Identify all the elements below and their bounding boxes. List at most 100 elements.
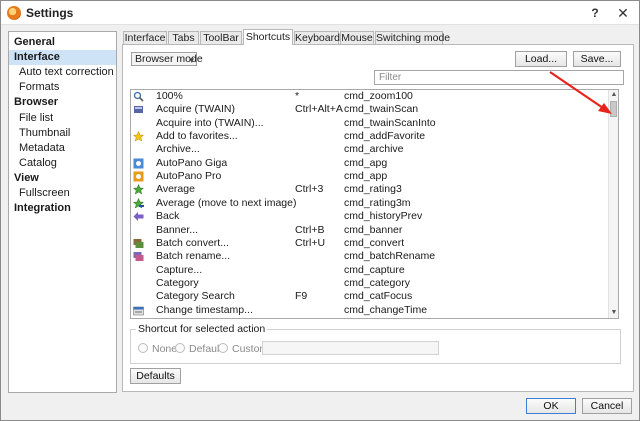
shortcut-command: cmd_zoom100	[344, 90, 413, 102]
shortcut-key: Ctrl+Alt+A	[295, 103, 343, 116]
shortcut-command: cmd_archive	[344, 143, 404, 156]
sidebar-item-auto-text-correction[interactable]: Auto text correction	[9, 65, 116, 80]
shortcut-command: cmd_apg	[344, 156, 388, 169]
title-bar: Settings ? ✕	[1, 1, 639, 25]
shortcut-action-name: Category Search	[156, 290, 235, 303]
tab-keyboard[interactable]: Keyboard	[294, 31, 340, 45]
shortcut-key: F9	[295, 290, 308, 303]
radio-none[interactable]: None	[138, 343, 177, 355]
shortcut-row[interactable]: AutoPano Giga cmd_apg	[131, 157, 609, 170]
rating-star-minus-icon	[132, 197, 145, 209]
cancel-button[interactable]: Cancel	[582, 398, 632, 414]
shortcut-row[interactable]: Banner... Ctrl+B cmd_banner	[131, 224, 609, 237]
shortcut-action-name: Back	[156, 210, 180, 223]
shortcut-action-name: Add to favorites...	[156, 130, 238, 143]
sidebar-item-file-list[interactable]: File list	[9, 111, 116, 126]
filter-input[interactable]: Filter	[374, 70, 624, 85]
shortcut-action-name: AutoPano Pro	[156, 170, 222, 183]
settings-category-tree[interactable]: General Interface Auto text correction Form…	[8, 31, 117, 393]
shortcut-row[interactable]: Batch rename... cmd_batchRename	[131, 250, 609, 263]
shortcut-action-name: Archive...	[156, 143, 200, 156]
back-arrow-icon	[133, 211, 144, 222]
sidebar-item-view[interactable]: View	[9, 171, 116, 186]
rating-star-icon	[132, 184, 145, 195]
load-button[interactable]: Load...	[515, 51, 567, 67]
shortcut-group-label: Shortcut for selected action	[136, 323, 268, 335]
shortcut-key: Ctrl+U	[295, 236, 326, 249]
custom-shortcut-input[interactable]	[262, 341, 439, 355]
shortcut-row[interactable]: Back cmd_historyPrev	[131, 210, 609, 223]
shortcut-action-name: Acquire into (TWAIN)...	[156, 116, 264, 129]
sidebar-item-interface[interactable]: Interface	[9, 50, 116, 66]
shortcut-row[interactable]: Average (move to next image) cmd_rating3m	[131, 197, 609, 210]
sidebar-item-thumbnail[interactable]: Thumbnail	[9, 126, 116, 141]
tab-tabs[interactable]: Tabs	[168, 31, 199, 45]
shortcut-command: cmd_twainScanInto	[344, 116, 436, 129]
shortcut-action-name: Banner...	[156, 223, 199, 236]
save-button[interactable]: Save...	[573, 51, 621, 67]
shortcut-row[interactable]: Archive... cmd_archive	[131, 143, 609, 156]
app-logo-icon	[7, 6, 21, 20]
shortcut-row[interactable]: Acquire into (TWAIN)... cmd_twainScanInto	[131, 117, 609, 130]
shortcut-command: cmd_catFocus	[344, 290, 413, 303]
mode-select[interactable]: Browser mode ▾	[131, 52, 203, 66]
sidebar-item-metadata[interactable]: Metadata	[9, 141, 116, 156]
help-button[interactable]: ?	[581, 3, 609, 23]
shortcut-row[interactable]: Category Search F9 cmd_catFocus	[131, 290, 609, 303]
shortcut-command: cmd_historyPrev	[344, 210, 423, 223]
shortcut-command: cmd_twainScan	[344, 103, 419, 116]
shortcut-row[interactable]: Capture... cmd_capture	[131, 264, 609, 277]
list-scrollbar[interactable]: ▲ ▼	[608, 90, 618, 318]
shortcut-command: cmd_capture	[344, 263, 405, 276]
radio-custom[interactable]: Custom	[218, 343, 268, 355]
shortcut-command: cmd_banner	[344, 223, 403, 236]
scroll-thumb[interactable]	[610, 101, 617, 117]
scroll-down-icon[interactable]: ▼	[609, 308, 619, 318]
star-icon	[132, 130, 145, 142]
sidebar-item-fullscreen[interactable]: Fullscreen	[9, 186, 116, 201]
shortcut-row[interactable]: Change timestamp... cmd_changeTime	[131, 304, 609, 317]
shortcut-row[interactable]: 100% * cmd_zoom100	[131, 90, 609, 103]
batch-convert-icon	[133, 238, 144, 249]
batch-rename-icon	[133, 251, 144, 262]
shortcut-action-name: Capture...	[156, 263, 203, 276]
radio-circle-icon	[218, 343, 228, 353]
shortcut-command: cmd_convert	[344, 236, 405, 249]
sidebar-item-general[interactable]: General	[9, 35, 116, 50]
shortcut-key: *	[295, 90, 300, 102]
sidebar-item-integration[interactable]: Integration	[9, 201, 116, 216]
shortcut-action-name: Acquire (TWAIN)	[156, 103, 235, 116]
shortcut-row[interactable]: Category cmd_category	[131, 277, 609, 290]
shortcut-command: cmd_changeTime	[344, 303, 428, 316]
shortcut-action-name: Batch convert...	[156, 236, 229, 249]
shortcut-action-name: Average (move to next image)	[156, 196, 297, 209]
shortcut-row[interactable]: Average Ctrl+3 cmd_rating3	[131, 183, 609, 196]
shortcut-row[interactable]: Add to favorites... cmd_addFavorite	[131, 130, 609, 143]
sidebar-item-catalog[interactable]: Catalog	[9, 156, 116, 171]
ok-button[interactable]: OK	[526, 398, 576, 414]
tab-mouse[interactable]: Mouse	[340, 31, 374, 45]
tab-shortcuts[interactable]: Shortcuts	[243, 29, 293, 45]
radio-default[interactable]: Default	[175, 343, 222, 355]
radio-none-label: None	[152, 343, 178, 355]
tab-toolbar[interactable]: ToolBar	[200, 31, 242, 45]
chevron-down-icon: ▾	[189, 55, 194, 65]
shortcut-list[interactable]: 100% * cmd_zoom100 Acquire (TWAIN) Ctrl+Alt+…	[130, 89, 619, 319]
shortcut-action-name: Category	[156, 276, 199, 289]
defaults-button[interactable]: Defaults	[130, 368, 181, 384]
shortcut-key: Ctrl+B	[295, 223, 325, 236]
shortcut-action-name: Change timestamp...	[156, 303, 253, 316]
shortcut-row[interactable]: AutoPano Pro cmd_app	[131, 170, 609, 183]
radio-circle-icon	[175, 343, 185, 353]
scroll-up-icon[interactable]: ▲	[609, 90, 619, 100]
sidebar-item-formats[interactable]: Formats	[9, 80, 116, 95]
shortcut-row[interactable]: Acquire (TWAIN) Ctrl+Alt+A cmd_twainScan	[131, 103, 609, 116]
sidebar-item-browser[interactable]: Browser	[9, 95, 116, 110]
tab-switching-mode[interactable]: Switching mode	[375, 31, 450, 45]
tab-interface[interactable]: Interface	[123, 31, 167, 45]
magnifier-icon	[133, 91, 144, 102]
close-button[interactable]: ✕	[609, 3, 637, 23]
scanner-icon	[133, 104, 144, 115]
shortcut-row[interactable]: Batch convert... Ctrl+U cmd_convert	[131, 237, 609, 250]
shortcut-command: cmd_rating3	[344, 183, 402, 196]
